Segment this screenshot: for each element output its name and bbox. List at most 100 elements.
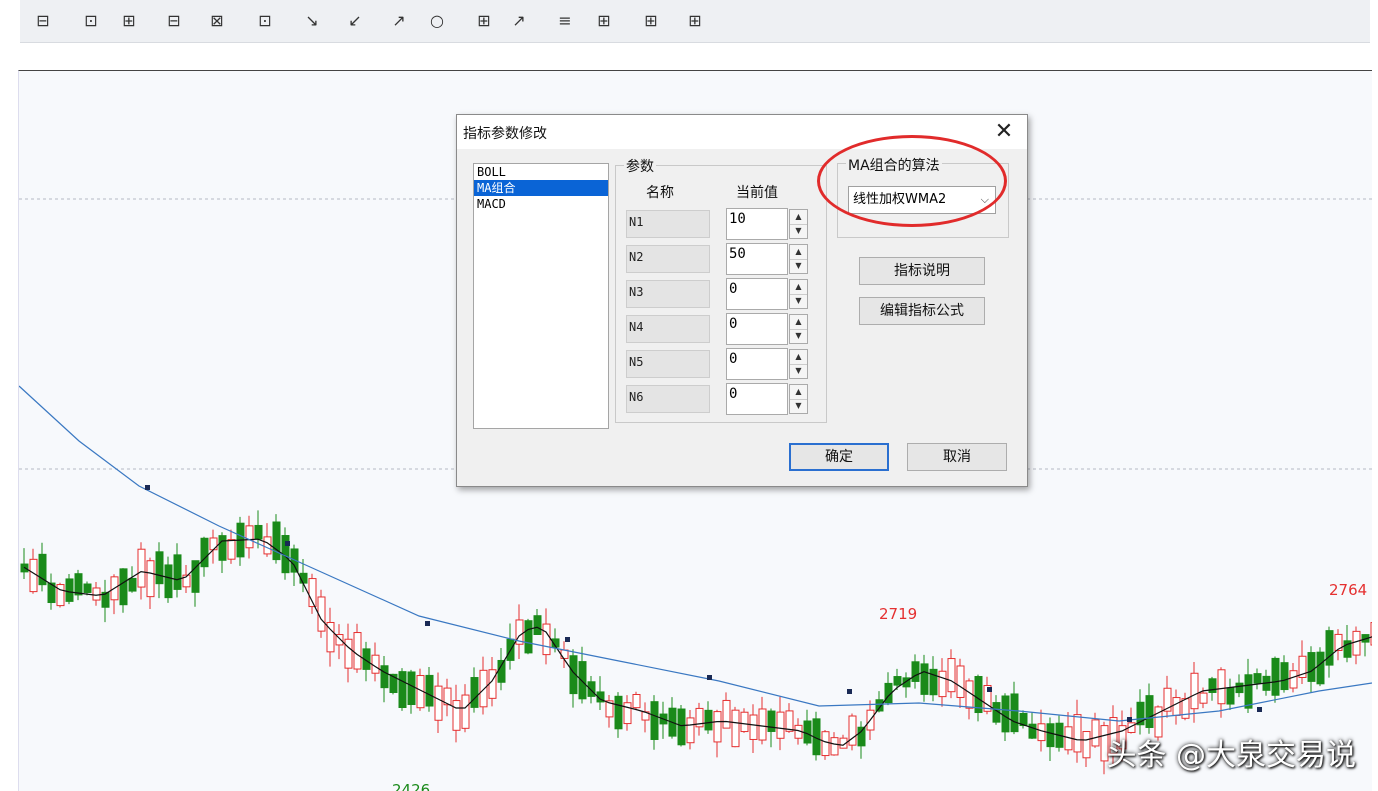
candle-body [1271, 657, 1280, 696]
tool-icon[interactable]: ⊞ [642, 12, 660, 30]
param-name: N2 [626, 245, 710, 273]
tool-icon[interactable]: ⊟ [165, 12, 183, 30]
candle-body [128, 577, 137, 592]
spin-down-icon[interactable]: ▼ [790, 364, 807, 378]
spin-down-icon[interactable]: ▼ [790, 329, 807, 343]
candle-body [623, 702, 632, 725]
param-spinner[interactable]: ▲ ▼ [789, 209, 808, 239]
candle-body [488, 669, 497, 699]
candle-body [1010, 693, 1019, 733]
edit-formula-button[interactable]: 编辑指标公式 [859, 297, 985, 325]
dialog-titlebar[interactable]: 指标参数修改 ✕ [457, 115, 1027, 149]
candle-body [1325, 630, 1334, 666]
spin-down-icon[interactable]: ▼ [790, 399, 807, 413]
candle-body [1199, 692, 1208, 704]
candle-body [1145, 695, 1154, 728]
ma-marker [145, 485, 150, 490]
tool-icon[interactable]: ⊞ [686, 12, 704, 30]
param-value-input[interactable]: 0 [726, 313, 788, 345]
spin-down-icon[interactable]: ▼ [790, 294, 807, 308]
list-item[interactable]: MA组合 [474, 180, 608, 196]
candle-body [1001, 695, 1010, 733]
candle-body [65, 578, 74, 602]
candle-body [470, 677, 479, 708]
param-spinner[interactable]: ▲ ▼ [789, 244, 808, 274]
spin-up-icon[interactable]: ▲ [790, 245, 807, 260]
candle-body [1280, 662, 1289, 691]
algo-dropdown[interactable]: 线性加权WMA2 ⌵ [848, 186, 996, 214]
spin-up-icon[interactable]: ▲ [790, 385, 807, 400]
candle-body [479, 669, 488, 708]
candle-body [245, 525, 254, 549]
list-item[interactable]: BOLL [474, 164, 608, 180]
param-value-input[interactable]: 50 [726, 243, 788, 275]
candle-body [137, 548, 146, 588]
candle-body [767, 710, 776, 732]
spin-up-icon[interactable]: ▲ [790, 210, 807, 225]
candle-body [632, 694, 641, 709]
tool-icon[interactable]: ↗ [390, 12, 408, 30]
ma-marker [285, 541, 290, 546]
param-value-input[interactable]: 0 [726, 383, 788, 415]
tool-icon[interactable]: ≡ [556, 12, 574, 30]
param-name: N3 [626, 280, 710, 308]
candle-body [29, 558, 38, 593]
param-spinner[interactable]: ▲ ▼ [789, 384, 808, 414]
candle-body [857, 726, 866, 747]
tool-icon[interactable]: ↘ [303, 12, 321, 30]
candle-body [1217, 669, 1226, 705]
param-spinner[interactable]: ▲ ▼ [789, 279, 808, 309]
candle-body [497, 659, 506, 683]
candle-body [1091, 719, 1100, 747]
candle-body [542, 623, 551, 656]
param-value-input[interactable]: 0 [726, 348, 788, 380]
candle-body [434, 685, 443, 721]
close-icon[interactable]: ✕ [991, 119, 1017, 145]
tool-icon[interactable]: ⊞ [595, 12, 613, 30]
candle-body [929, 668, 938, 696]
candle-body [1307, 652, 1316, 682]
param-name: N5 [626, 350, 710, 378]
spin-up-icon[interactable]: ▲ [790, 280, 807, 295]
tool-icon[interactable]: ⊡ [256, 12, 274, 30]
ok-button[interactable]: 确定 [789, 443, 889, 471]
params-group-label: 参数 [624, 156, 656, 176]
cancel-button[interactable]: 取消 [907, 443, 1007, 471]
spin-down-icon[interactable]: ▼ [790, 259, 807, 273]
tool-icon[interactable]: ⊡ [82, 12, 100, 30]
watermark: 头条 @大泉交易说 [1106, 738, 1356, 773]
tool-icon[interactable]: ⊞ [120, 12, 138, 30]
spin-down-icon[interactable]: ▼ [790, 224, 807, 238]
param-spinner[interactable]: ▲ ▼ [789, 314, 808, 344]
candle-body [164, 564, 173, 599]
spin-up-icon[interactable]: ▲ [790, 315, 807, 330]
candle-body [272, 521, 281, 561]
chevron-down-icon: ⌵ [980, 193, 989, 206]
candle-body [1370, 622, 1372, 646]
tool-icon[interactable]: ⊟ [34, 12, 52, 30]
list-item[interactable]: MACD [474, 196, 608, 212]
tool-icon[interactable]: ⊠ [208, 12, 226, 30]
param-spinner[interactable]: ▲ ▼ [789, 349, 808, 379]
indicator-list[interactable]: BOLL MA组合 MACD [473, 163, 609, 429]
param-name: N1 [626, 210, 710, 238]
tool-icon[interactable]: ⊞ [475, 12, 493, 30]
candle-body [740, 711, 749, 733]
candle-body [803, 720, 812, 744]
tool-icon[interactable]: ○ [428, 12, 446, 30]
tool-icon[interactable]: ↙ [346, 12, 364, 30]
candle-body [1253, 673, 1262, 684]
tool-icon[interactable]: ↗ [510, 12, 528, 30]
candle-body [911, 661, 920, 682]
indicator-desc-button[interactable]: 指标说明 [859, 257, 985, 285]
candle-body [1046, 723, 1055, 748]
candle-body [1352, 630, 1361, 656]
candle-body [776, 711, 785, 739]
param-value-input[interactable]: 10 [726, 208, 788, 240]
candle-body [1172, 697, 1181, 716]
candle-body [1028, 723, 1037, 739]
param-value-input[interactable]: 0 [726, 278, 788, 310]
col-name-header: 名称 [646, 185, 674, 201]
spin-up-icon[interactable]: ▲ [790, 350, 807, 365]
ma-marker [847, 689, 852, 694]
